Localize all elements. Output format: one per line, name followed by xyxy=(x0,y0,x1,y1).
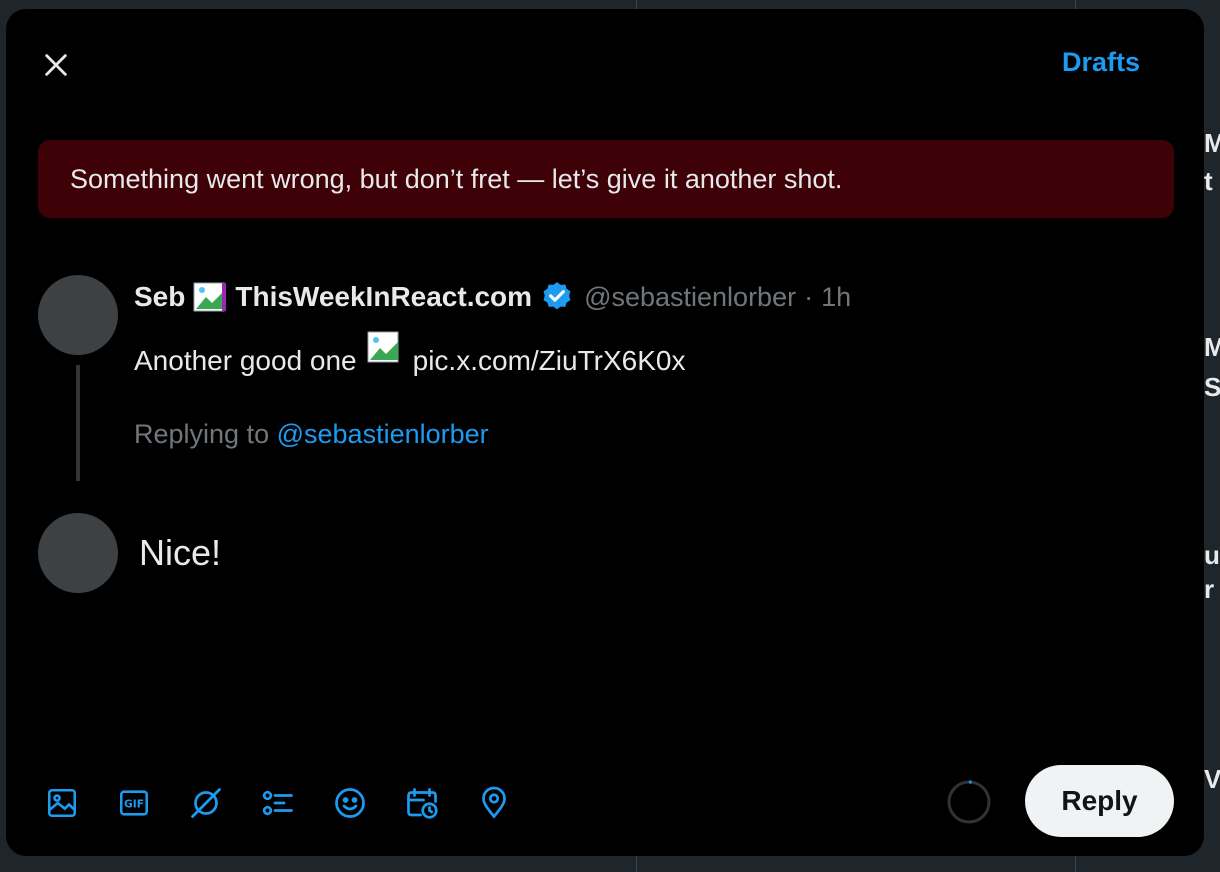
broken-emoji-image-icon xyxy=(193,280,227,314)
drafts-button[interactable]: Drafts xyxy=(1062,45,1140,79)
tweet-text-content: Another good one xyxy=(134,345,357,376)
close-button[interactable] xyxy=(36,45,76,85)
author-name-second[interactable]: ThisWeekInReact.com xyxy=(235,281,532,313)
poll-button[interactable] xyxy=(258,783,298,823)
thread-connector-line xyxy=(76,365,80,481)
compose-toolbar: GIF xyxy=(42,783,546,823)
author-handle[interactable]: @sebastienlorber xyxy=(584,282,796,313)
author-name-first[interactable]: Seb xyxy=(134,281,185,313)
broken-emoji-image-icon xyxy=(367,331,401,375)
background-text-fragment: t xyxy=(1204,166,1213,196)
replying-to: Replying to @sebastienlorber xyxy=(134,419,489,450)
background-text-fragment: S xyxy=(1204,372,1220,402)
tweet-link[interactable]: pic.x.com/ZiuTrX6K0x xyxy=(413,345,686,377)
separator-dot: · xyxy=(804,281,814,312)
current-user-avatar[interactable] xyxy=(38,513,118,593)
compose-input[interactable]: Nice! xyxy=(139,531,221,575)
error-banner: Something went wrong, but don’t fret — l… xyxy=(38,140,1174,218)
background-text-fragment: r xyxy=(1204,574,1215,604)
error-message: Something went wrong, but don’t fret — l… xyxy=(70,163,843,194)
tweet-time[interactable]: 1h xyxy=(821,282,851,313)
reply-modal: Drafts Something went wrong, but don’t f… xyxy=(6,9,1204,856)
character-count-ring-icon xyxy=(947,780,991,824)
close-icon xyxy=(45,54,67,76)
tweet-header: Seb ThisWeekInReact.com @sebastienlorber… xyxy=(134,277,851,317)
emoji-button[interactable] xyxy=(330,783,370,823)
image-icon xyxy=(47,788,77,818)
gif-icon: GIF xyxy=(119,790,149,816)
gif-button[interactable]: GIF xyxy=(114,783,154,823)
tweet-text: Another good one pic.x.com/ZiuTrX6K0x xyxy=(134,331,686,377)
poll-icon xyxy=(262,790,293,816)
location-button[interactable] xyxy=(474,783,514,823)
schedule-button[interactable] xyxy=(402,783,442,823)
reply-button[interactable]: Reply xyxy=(1025,765,1174,837)
location-icon xyxy=(482,786,506,819)
background-text-fragment: M xyxy=(1204,332,1220,362)
original-author-avatar[interactable] xyxy=(38,275,118,355)
verified-badge-icon xyxy=(540,280,574,314)
replying-to-mention[interactable]: @sebastienlorber xyxy=(277,419,489,449)
replying-to-label: Replying to xyxy=(134,419,270,449)
media-button[interactable] xyxy=(42,783,82,823)
grok-icon xyxy=(191,788,221,818)
svg-text:GIF: GIF xyxy=(124,797,144,810)
background-text-fragment: u xyxy=(1204,540,1220,570)
emoji-icon xyxy=(335,788,365,818)
grok-button[interactable] xyxy=(186,783,226,823)
background-text-fragment: M xyxy=(1204,128,1220,158)
background-text-fragment: V xyxy=(1204,764,1220,794)
schedule-icon xyxy=(407,788,438,819)
